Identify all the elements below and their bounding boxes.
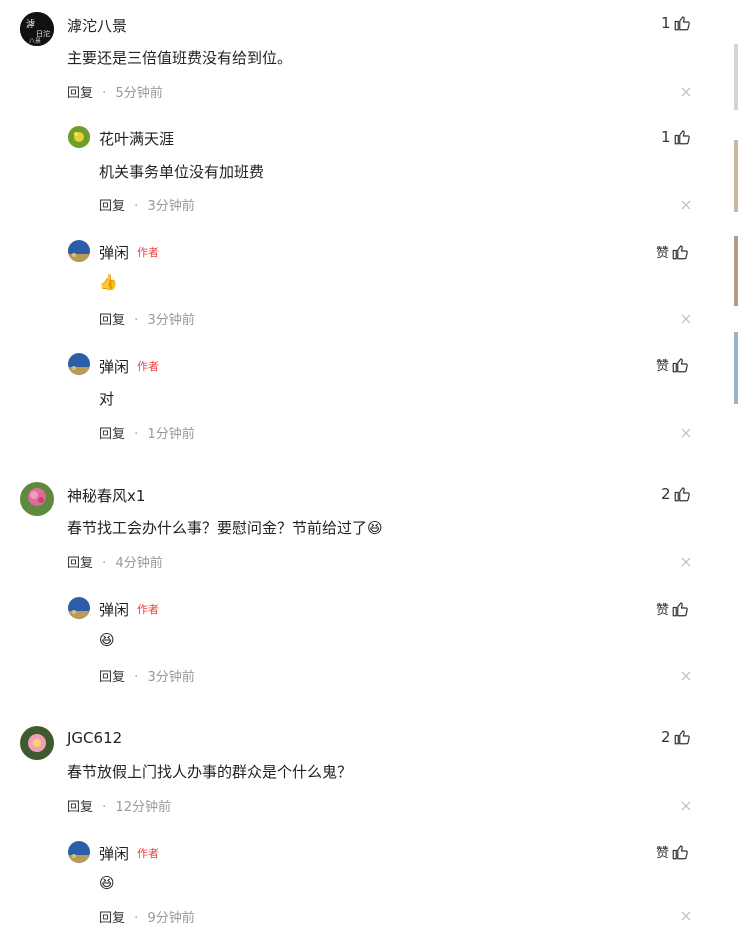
separator: · bbox=[134, 911, 139, 926]
avatar[interactable] bbox=[68, 841, 90, 863]
timestamp: 12分钟前 bbox=[115, 800, 171, 815]
avatar[interactable] bbox=[20, 726, 54, 760]
side-thumbnail[interactable] bbox=[734, 332, 738, 404]
reply-button[interactable]: 回复 bbox=[67, 800, 93, 815]
like-label: 赞 bbox=[656, 846, 670, 861]
thumb-up-icon bbox=[674, 730, 690, 745]
comment-text: 春节放假上门找人办事的群众是个什么鬼？ bbox=[67, 763, 353, 781]
username[interactable]: JGC612 bbox=[67, 729, 122, 747]
like-count: 2 bbox=[661, 728, 671, 746]
username[interactable]: 弹闲 bbox=[99, 843, 129, 864]
side-thumbnail[interactable] bbox=[734, 140, 738, 212]
comment-meta: 回复 · 12分钟前 bbox=[67, 796, 171, 815]
side-thumbnail[interactable] bbox=[734, 44, 738, 110]
close-icon[interactable] bbox=[680, 910, 692, 922]
like-button[interactable]: 赞 bbox=[656, 842, 689, 861]
author-badge: 作者 bbox=[137, 847, 159, 860]
comment-item: JGC612 2 春节放假上门找人办事的群众是个什么鬼？ 回复 · 12分钟前 … bbox=[0, 0, 738, 926]
side-thumbnail[interactable] bbox=[734, 236, 738, 306]
thumb-up-icon bbox=[672, 844, 688, 859]
close-icon[interactable] bbox=[680, 800, 692, 812]
like-button[interactable]: 2 bbox=[661, 728, 691, 746]
laugh-emoji: 😆 bbox=[99, 874, 115, 892]
timestamp: 9分钟前 bbox=[147, 911, 195, 926]
reply-button[interactable]: 回复 bbox=[99, 911, 125, 926]
separator: · bbox=[102, 800, 107, 815]
reply-meta: 回复 · 9分钟前 bbox=[99, 907, 195, 926]
